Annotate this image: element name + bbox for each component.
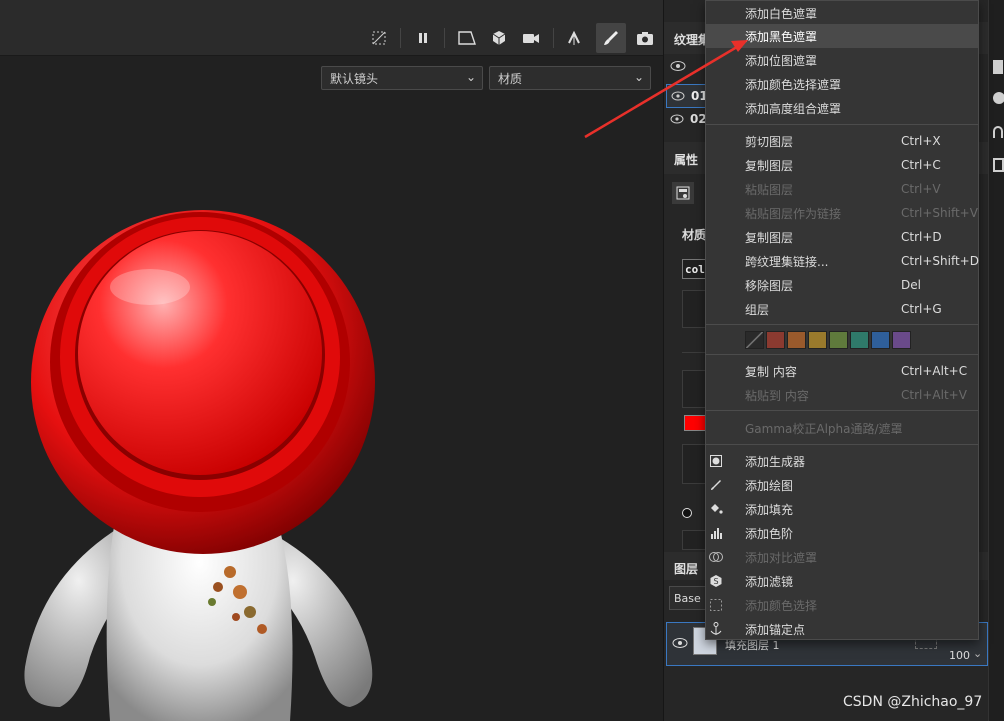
watermark: CSDN @Zhichao_97 (843, 694, 983, 710)
annotation-arrow (584, 40, 748, 139)
